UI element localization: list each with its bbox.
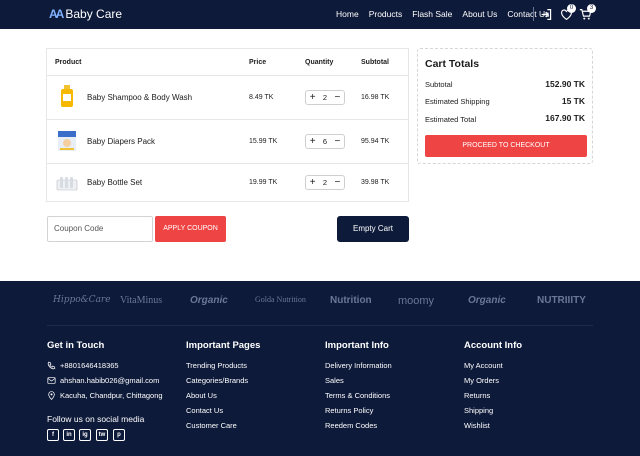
footer-link-trending-products[interactable]: Trending Products [186, 361, 247, 370]
subtotal-label: Subtotal [425, 80, 453, 89]
logo-text: Baby Care [65, 7, 123, 21]
footer-link-contact-us[interactable]: Contact Us [186, 406, 223, 415]
contact-phone[interactable]: +8801646418365 [60, 361, 119, 370]
empty-cart-button[interactable]: Empty Cart [337, 216, 409, 242]
product-subtotal: 16.98 TK [361, 94, 390, 101]
product-price: 8.49 TK [249, 94, 274, 101]
subtotal-value: 152.90 TK [545, 79, 585, 89]
brand-logo: NUTRIIITY [537, 295, 586, 306]
location-icon [48, 391, 55, 400]
footer-link-terms-conditions[interactable]: Terms & Conditions [325, 391, 390, 400]
cart-totals-panel: Cart Totals Subtotal 152.90 TK Estimated… [417, 48, 593, 164]
shipping-value: 15 TK [561, 96, 585, 106]
estimated-total-value: 167.90 TK [545, 113, 585, 123]
get-in-touch-title: Get in Touch [47, 340, 105, 351]
product-name[interactable]: Baby Diapers Pack [87, 137, 155, 146]
footer-divider [47, 325, 593, 326]
increase-quantity-button[interactable]: + [310, 92, 316, 103]
coupon-code-input[interactable]: Coupon Code [47, 216, 153, 242]
cart-count-badge: 3 [587, 4, 596, 13]
column-header-price: Price [249, 59, 267, 66]
cart-table: Product Price Quantity Subtotal Baby Sha… [46, 48, 409, 202]
email-icon [47, 377, 56, 384]
footer-link-about-us[interactable]: About Us [186, 391, 217, 400]
row-divider [47, 75, 408, 76]
footer-link-customer-care[interactable]: Customer Care [186, 421, 237, 430]
brand-logo: Organic [468, 295, 506, 306]
product-name[interactable]: Baby Shampoo & Body Wash [87, 93, 192, 102]
wishlist-count-badge: 0 [567, 4, 576, 13]
decrease-quantity-button[interactable]: − [334, 177, 340, 188]
product-name[interactable]: Baby Bottle Set [87, 178, 142, 187]
quantity-stepper: + 2 − [305, 90, 345, 105]
brand-logo: Golda Nutrition [255, 295, 306, 304]
footer-link-returns-policy[interactable]: Returns Policy [325, 406, 373, 415]
footer-link-returns[interactable]: Returns [464, 391, 490, 400]
product-price: 19.99 TK [249, 179, 278, 186]
site-logo[interactable]: AA Baby Care [49, 7, 122, 21]
top-navbar: AA Baby Care Home Products Flash Sale Ab… [0, 0, 640, 29]
row-divider [47, 163, 408, 164]
footer-link-categories-brands[interactable]: Categories/Brands [186, 376, 248, 385]
diapers-pack-image [58, 131, 76, 151]
facebook-icon[interactable]: f [47, 429, 59, 441]
header-divider [533, 7, 534, 21]
follow-us-label: Follow us on social media [47, 414, 145, 424]
quantity-value: 2 [322, 93, 328, 102]
row-divider [47, 119, 408, 120]
footer-link-my-account[interactable]: My Account [464, 361, 503, 370]
product-subtotal: 95.94 TK [361, 138, 390, 145]
account-info-title: Account Info [464, 340, 523, 351]
estimated-total-label: Estimated Total [425, 115, 477, 124]
footer-link-wishlist[interactable]: Wishlist [464, 421, 490, 430]
column-header-subtotal: Subtotal [361, 59, 389, 66]
instagram-icon[interactable]: ig [79, 429, 91, 441]
product-price: 15.99 TK [249, 138, 278, 145]
main-nav: Home Products Flash Sale About Us Contac… [336, 9, 559, 19]
shampoo-bottle-image [61, 85, 73, 107]
contact-email[interactable]: ahshan.habib026@gmail.com [60, 376, 159, 385]
quantity-stepper: + 6 − [305, 134, 345, 149]
important-pages-title: Important Pages [186, 340, 261, 351]
footer: Hippo&Care VitaMinus Organic Golda Nutri… [0, 281, 640, 456]
contact-address: Kacuha, Chandpur, Chittagong [60, 391, 163, 400]
footer-link-delivery-information[interactable]: Delivery Information [325, 361, 392, 370]
decrease-quantity-button[interactable]: − [334, 136, 340, 147]
login-icon[interactable] [540, 8, 553, 21]
phone-icon [47, 361, 56, 370]
footer-link-shipping[interactable]: Shipping [464, 406, 493, 415]
bottle-set-image [56, 177, 78, 191]
proceed-to-checkout-button[interactable]: PROCEED TO CHECKOUT [425, 135, 587, 157]
brand-logo: Organic [190, 295, 228, 306]
important-info-title: Important Info [325, 340, 389, 351]
nav-flash-sale[interactable]: Flash Sale [412, 9, 452, 19]
column-header-product: Product [55, 59, 82, 66]
increase-quantity-button[interactable]: + [310, 177, 316, 188]
pinterest-icon[interactable]: p [113, 429, 125, 441]
nav-home[interactable]: Home [336, 9, 359, 19]
footer-link-my-orders[interactable]: My Orders [464, 376, 499, 385]
increase-quantity-button[interactable]: + [310, 136, 316, 147]
footer-link-redeem-codes[interactable]: Reedem Codes [325, 421, 377, 430]
linkedin-icon[interactable]: in [63, 429, 75, 441]
brand-logo: Nutrition [330, 295, 372, 306]
column-header-quantity: Quantity [305, 59, 334, 66]
apply-coupon-button[interactable]: APPLY COUPON [155, 216, 226, 242]
logo-mark: AA [49, 7, 64, 21]
cart-totals-title: Cart Totals [425, 58, 480, 70]
shipping-label: Estimated Shipping [425, 97, 490, 106]
twitter-icon[interactable]: tw [96, 429, 108, 441]
product-subtotal: 39.98 TK [361, 179, 390, 186]
decrease-quantity-button[interactable]: − [334, 92, 340, 103]
nav-products[interactable]: Products [369, 9, 403, 19]
footer-link-sales[interactable]: Sales [325, 376, 344, 385]
brand-logo: moomy [398, 295, 435, 307]
nav-about-us[interactable]: About Us [462, 9, 497, 19]
quantity-value: 2 [322, 178, 328, 187]
quantity-stepper: + 2 − [305, 175, 345, 190]
brand-logo: Hippo&Care [53, 295, 111, 305]
quantity-value: 6 [322, 137, 328, 146]
brand-logo: VitaMinus [120, 295, 163, 306]
